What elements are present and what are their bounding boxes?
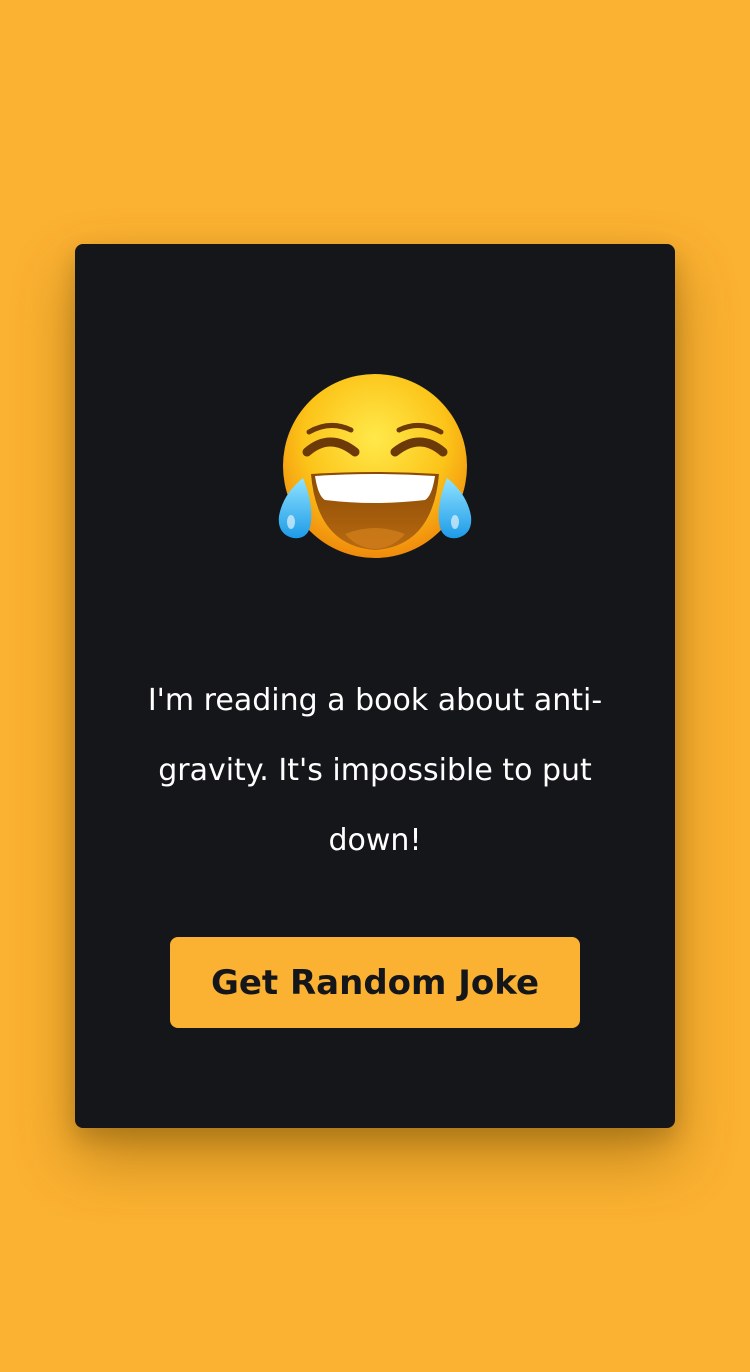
app-page: I'm reading a book about anti-gravity. I… <box>0 0 750 1372</box>
joke-text: I'm reading a book about anti-gravity. I… <box>147 683 603 858</box>
joke-card: I'm reading a book about anti-gravity. I… <box>75 244 675 1128</box>
face-with-tears-of-joy-icon <box>275 374 475 564</box>
get-random-joke-button[interactable]: Get Random Joke <box>170 937 580 1028</box>
